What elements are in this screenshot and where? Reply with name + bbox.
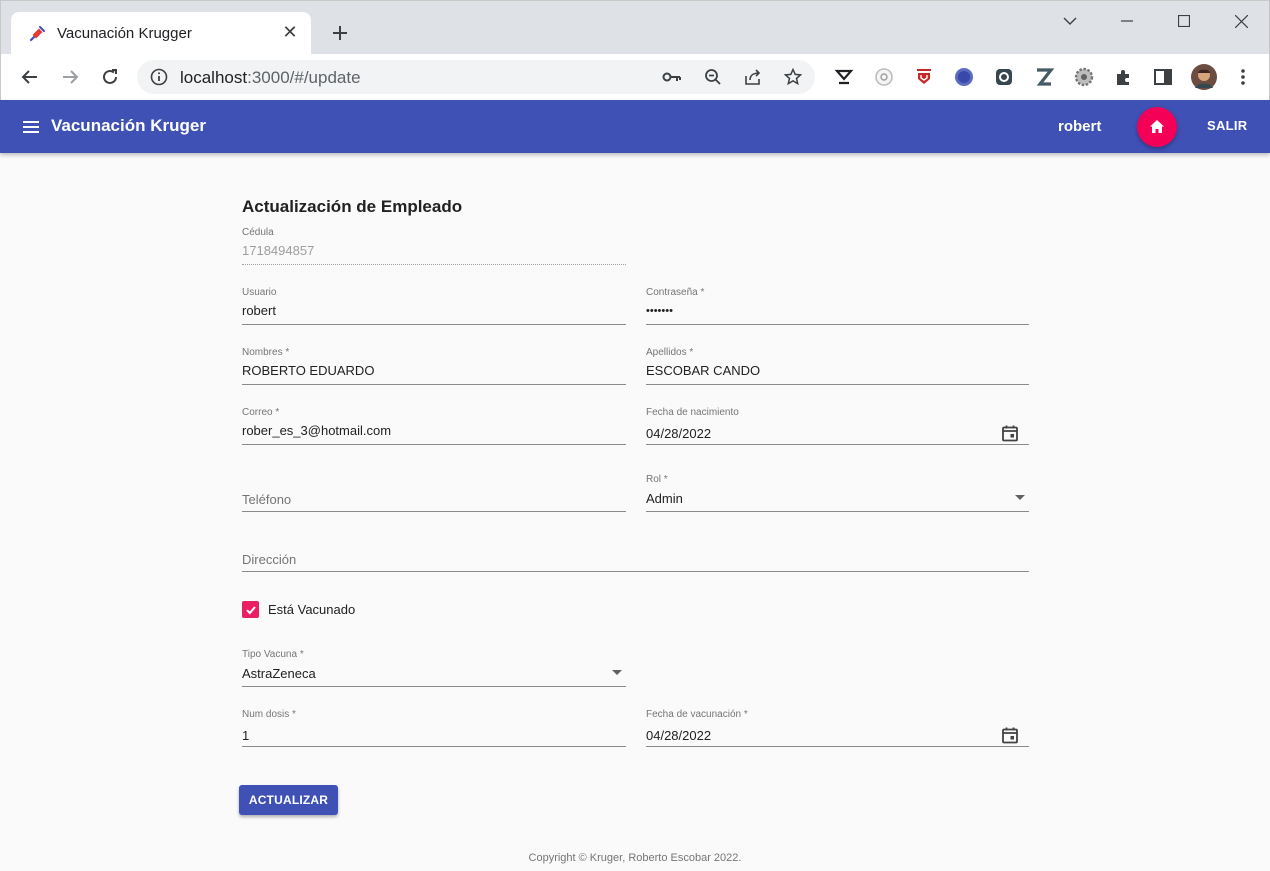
share-icon[interactable]: [743, 67, 763, 87]
extension-icon[interactable]: [873, 66, 895, 88]
fecha-nacimiento-label: Fecha de nacimiento: [646, 407, 739, 418]
fecha-vacunacion-input[interactable]: 04/28/2022: [646, 728, 711, 743]
home-icon: [1150, 120, 1164, 133]
forward-icon[interactable]: [56, 63, 84, 91]
cedula-label: Cédula: [242, 227, 274, 238]
extension-icon[interactable]: [953, 66, 975, 88]
kebab-menu-icon[interactable]: [1232, 66, 1254, 88]
usuario-label: Usuario: [242, 287, 277, 298]
correo-field[interactable]: Correo * rober_es_3@hotmail.com: [242, 407, 626, 457]
rol-label: Rol *: [646, 474, 668, 485]
field-underline: [646, 384, 1029, 385]
field-underline: [242, 746, 626, 747]
contrasena-field[interactable]: Contraseña * •••••••: [646, 287, 1029, 337]
cedula-field: Cédula 1718494857: [242, 227, 626, 277]
calendar-icon[interactable]: [1001, 424, 1019, 442]
reload-icon[interactable]: [96, 63, 124, 91]
puzzle-icon[interactable]: [1113, 66, 1135, 88]
nombres-label: Nombres *: [242, 347, 290, 358]
home-button[interactable]: [1137, 107, 1177, 147]
fecha-nacimiento-field[interactable]: Fecha de nacimiento 04/28/2022: [646, 407, 1029, 457]
direccion-input[interactable]: Dirección: [242, 552, 296, 567]
correo-label: Correo *: [242, 407, 280, 418]
vacunado-checkbox[interactable]: [242, 601, 259, 618]
field-underline: [242, 324, 626, 325]
tab-title: Vacunación Krugger: [57, 25, 192, 42]
username-label: robert: [1058, 118, 1102, 135]
back-icon[interactable]: [16, 63, 44, 91]
field-underline: [646, 746, 1029, 747]
rol-value: Admin: [646, 491, 683, 506]
apellidos-input[interactable]: ESCOBAR CANDO: [646, 363, 760, 378]
field-underline: [242, 686, 626, 687]
vacunado-label: Está Vacunado: [268, 602, 356, 617]
field-underline: [646, 324, 1029, 325]
correo-input[interactable]: rober_es_3@hotmail.com: [242, 423, 391, 438]
num-dosis-input[interactable]: 1: [242, 728, 249, 743]
key-icon[interactable]: [662, 67, 682, 87]
address-bar[interactable]: localhost:3000/#/update: [137, 60, 815, 94]
fecha-vacunacion-label: Fecha de vacunación *: [646, 709, 748, 720]
field-underline: [242, 571, 1029, 572]
field-underline: [242, 384, 626, 385]
field-underline: [646, 511, 1029, 512]
url-text: localhost:3000/#/update: [180, 68, 361, 87]
tipo-vacuna-label: Tipo Vacuna *: [242, 649, 304, 660]
cedula-value: 1718494857: [242, 243, 315, 258]
contrasena-input[interactable]: •••••••: [646, 305, 673, 317]
extension-icon[interactable]: [1073, 66, 1095, 88]
extension-icon[interactable]: [833, 66, 855, 88]
update-button[interactable]: ACTUALIZAR: [239, 785, 338, 815]
nombres-field[interactable]: Nombres * ROBERTO EDUARDO: [242, 347, 626, 397]
fecha-vacunacion-field[interactable]: Fecha de vacunación * 04/28/2022: [646, 709, 1029, 759]
extension-icon[interactable]: [1033, 66, 1055, 88]
field-underline: [242, 264, 626, 265]
extension-icon[interactable]: [913, 66, 935, 88]
apellidos-label: Apellidos *: [646, 347, 694, 358]
dropdown-arrow-icon[interactable]: [612, 670, 622, 675]
dropdown-arrow-icon[interactable]: [1015, 495, 1025, 500]
syringe-icon: [29, 26, 45, 42]
browser-toolbar: localhost:3000/#/update: [0, 54, 1270, 100]
bookmark-star-icon[interactable]: [783, 67, 803, 87]
close-window-icon[interactable]: [1221, 9, 1261, 33]
footer-copyright: Copyright © Kruger, Roberto Escobar 2022…: [528, 852, 742, 864]
apellidos-field[interactable]: Apellidos * ESCOBAR CANDO: [646, 347, 1029, 397]
rol-select[interactable]: Rol * Admin: [646, 474, 1029, 524]
tab-search-icon[interactable]: [1050, 9, 1090, 33]
close-tab-icon[interactable]: ✕: [279, 21, 301, 43]
browser-tab-bar: Vacunación Krugger ✕: [0, 0, 1270, 55]
check-icon: [245, 605, 256, 614]
browser-tab[interactable]: Vacunación Krugger ✕: [11, 12, 311, 55]
profile-avatar[interactable]: [1191, 64, 1217, 90]
app-title: Vacunación Kruger: [51, 116, 206, 135]
num-dosis-label: Num dosis *: [242, 709, 296, 720]
usuario-field[interactable]: Usuario robert: [242, 287, 626, 337]
field-underline: [646, 444, 1029, 445]
num-dosis-field[interactable]: Num dosis * 1: [242, 709, 626, 759]
zoom-out-icon[interactable]: [703, 67, 723, 87]
telefono-input[interactable]: Teléfono: [242, 492, 291, 507]
contrasena-label: Contraseña *: [646, 287, 705, 298]
calendar-icon[interactable]: [1001, 726, 1019, 744]
direccion-field[interactable]: Dirección: [242, 534, 1029, 584]
field-underline: [242, 511, 626, 512]
nombres-input[interactable]: ROBERTO EDUARDO: [242, 363, 374, 378]
extension-icon[interactable]: [993, 66, 1015, 88]
side-panel-icon[interactable]: [1152, 66, 1174, 88]
tipo-vacuna-value: AstraZeneca: [242, 666, 316, 681]
maximize-icon[interactable]: [1164, 9, 1204, 33]
fecha-nacimiento-input[interactable]: 04/28/2022: [646, 426, 711, 441]
form-title: Actualización de Empleado: [242, 197, 463, 216]
telefono-field[interactable]: Teléfono: [242, 474, 626, 524]
minimize-icon[interactable]: [1107, 9, 1147, 33]
tipo-vacuna-select[interactable]: Tipo Vacuna * AstraZeneca: [242, 649, 626, 699]
app-bar: Vacunación Kruger robert SALIR: [0, 100, 1270, 153]
logout-button[interactable]: SALIR: [1207, 118, 1248, 133]
usuario-input[interactable]: robert: [242, 303, 276, 318]
site-info-icon[interactable]: [150, 68, 168, 86]
new-tab-icon[interactable]: [327, 20, 353, 46]
field-underline: [242, 444, 626, 445]
menu-icon[interactable]: [21, 117, 41, 137]
